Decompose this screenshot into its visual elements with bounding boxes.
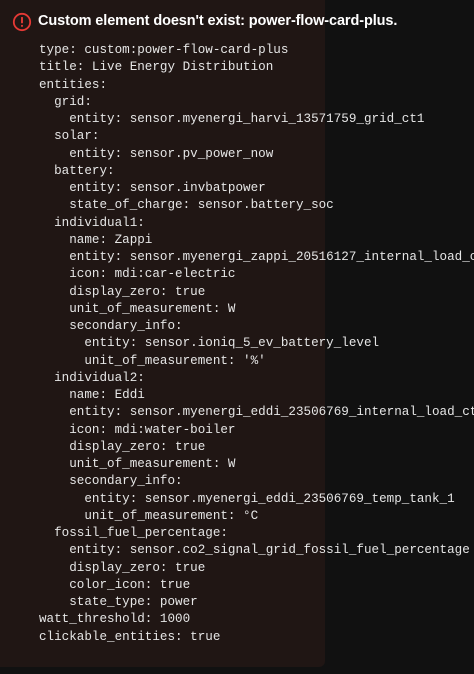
config-line: unit_of_measurement: W [39, 457, 236, 471]
config-line: entity: sensor.myenergi_eddi_23506769_te… [39, 491, 455, 506]
config-line: state_of_charge: sensor.battery_soc [39, 198, 334, 213]
config-line: entity: sensor.myenergi_zappi_20516127_i… [39, 250, 474, 264]
config-line: title: Live Energy Distribution [39, 60, 274, 75]
config-line: entity: sensor.co2_signal_grid_fossil_fu… [39, 543, 470, 558]
config-line: unit_of_measurement: '%' [39, 353, 266, 368]
config-line: entity: sensor.invbatpower [39, 181, 266, 195]
config-line: solar: [39, 129, 100, 144]
card-config-yaml: type: custom:power-flow-card-plus title: … [39, 42, 474, 646]
config-line: entity: sensor.myenergi_eddi_23506769_in… [39, 405, 474, 420]
config-line: display_zero: true [39, 560, 206, 575]
config-line: individual1: [39, 215, 145, 230]
config-line: name: Zappi [39, 232, 153, 247]
config-line: battery: [39, 163, 115, 178]
config-line: entity: sensor.myenergi_harvi_13571759_g… [39, 112, 425, 126]
config-line: display_zero: true [39, 439, 206, 454]
config-line: watt_threshold: 1000 [39, 612, 191, 627]
config-line: clickable_entities: true [39, 629, 221, 644]
error-header: Custom element doesn't exist: power-flow… [0, 8, 474, 36]
alert-circle-icon [12, 12, 32, 32]
config-line: icon: mdi:car-electric [39, 267, 236, 282]
error-title: Custom element doesn't exist: power-flow… [38, 13, 398, 29]
config-line: entities: [39, 77, 108, 92]
config-line: secondary_info: [39, 474, 183, 489]
config-line: grid: [39, 94, 92, 109]
config-line: individual2: [39, 370, 145, 385]
config-line: unit_of_measurement: °C [39, 508, 259, 523]
config-line: fossil_fuel_percentage: [39, 526, 228, 540]
config-line: type: custom:power-flow-card-plus [39, 43, 289, 57]
config-line: icon: mdi:water-boiler [39, 422, 236, 437]
config-line: entity: sensor.pv_power_now [39, 146, 274, 161]
config-line: state_type: power [39, 595, 198, 609]
config-line: color_icon: true [39, 577, 191, 592]
config-line: display_zero: true [39, 284, 206, 299]
config-line: unit_of_measurement: W [39, 301, 236, 316]
config-line: entity: sensor.ioniq_5_ev_battery_level [39, 336, 380, 351]
config-line: name: Eddi [39, 388, 145, 402]
config-line: secondary_info: [39, 319, 183, 333]
